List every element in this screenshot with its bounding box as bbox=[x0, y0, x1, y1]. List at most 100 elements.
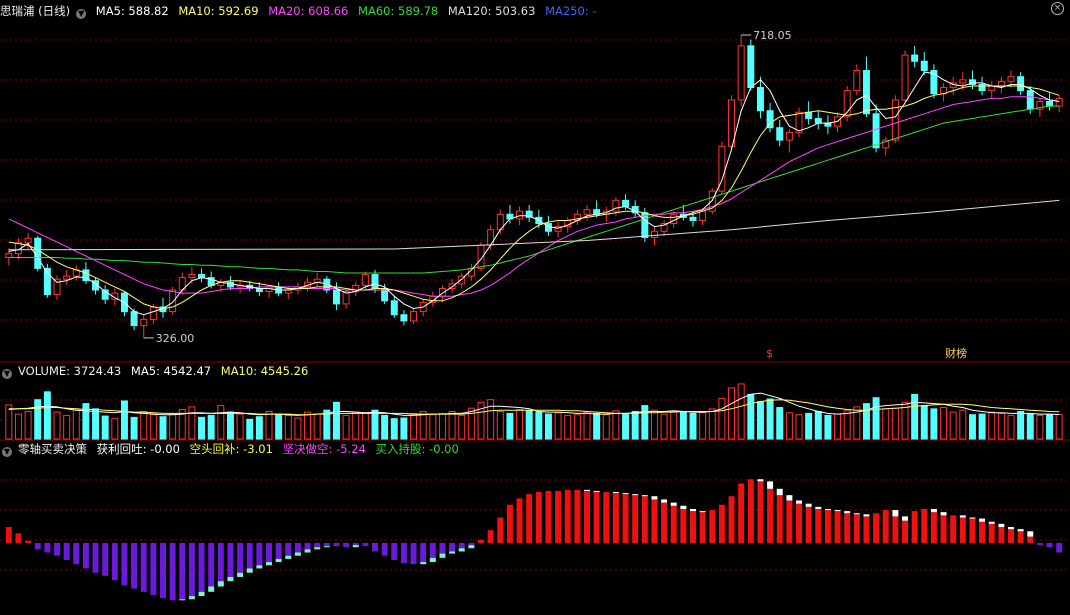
candle-body bbox=[149, 306, 157, 320]
volume-bar bbox=[496, 410, 504, 440]
candle-body bbox=[862, 70, 870, 115]
stock-title[interactable]: 思瑞浦 (日线) bbox=[0, 4, 70, 18]
volume-bar bbox=[130, 416, 138, 440]
indicator-cap bbox=[217, 581, 224, 587]
indicator-cap bbox=[256, 565, 263, 569]
volume-bar bbox=[313, 413, 321, 440]
indicator-bar bbox=[449, 542, 456, 552]
indicator-bar bbox=[323, 542, 330, 547]
candle-body bbox=[756, 87, 764, 112]
volume-bar bbox=[631, 410, 639, 440]
volume-bar bbox=[429, 414, 437, 440]
volume-bar bbox=[930, 408, 938, 440]
indicator-hold: 买入持股: -0.00 bbox=[375, 442, 459, 456]
candle-body bbox=[920, 60, 928, 72]
indicator-bar bbox=[131, 542, 138, 589]
indicator-bar bbox=[478, 539, 484, 543]
indicator-bar bbox=[718, 504, 725, 543]
volume-bar bbox=[140, 410, 148, 440]
volume-bar bbox=[255, 416, 263, 440]
candle-body bbox=[188, 274, 196, 279]
volume-bar bbox=[111, 418, 119, 440]
indicator-bar bbox=[82, 542, 89, 569]
indicator-bar bbox=[458, 542, 465, 549]
indicator-cap bbox=[641, 495, 648, 497]
indicator-bar bbox=[767, 488, 774, 543]
indicator-name: 零轴买卖决策 bbox=[18, 442, 87, 456]
indicator-bar bbox=[670, 505, 677, 543]
indicator-bar bbox=[468, 542, 475, 546]
volume-bar bbox=[862, 403, 870, 440]
indicator-bar bbox=[690, 511, 696, 543]
indicator-cap bbox=[930, 508, 937, 513]
vol-ma5-label: MA5: 4542.47 bbox=[130, 364, 212, 378]
indicator-cap bbox=[863, 514, 870, 517]
volume-bar bbox=[1055, 414, 1063, 440]
indicator-bar bbox=[979, 521, 986, 543]
indicator-bar bbox=[333, 542, 340, 547]
volume-bar bbox=[641, 405, 649, 440]
indicator-cap bbox=[690, 508, 696, 512]
indicator-bar bbox=[44, 542, 51, 553]
volume-bar bbox=[891, 407, 899, 440]
dropdown-icon[interactable]: ▼ bbox=[2, 447, 12, 457]
indicator-bar bbox=[102, 542, 109, 576]
indicator-bar bbox=[1017, 531, 1024, 543]
indicator-cap bbox=[892, 510, 899, 517]
indicator-bar bbox=[516, 498, 523, 543]
volume-bar bbox=[342, 414, 350, 440]
candle-body bbox=[891, 99, 899, 141]
indicator-bar bbox=[420, 542, 427, 563]
indicator-cap bbox=[420, 562, 427, 565]
candle-body bbox=[34, 237, 42, 269]
indicator-cap bbox=[632, 494, 639, 496]
candle-body bbox=[901, 54, 909, 101]
indicator-bar bbox=[940, 515, 947, 543]
volume-bar bbox=[1046, 414, 1054, 440]
indicator-bar bbox=[728, 496, 735, 543]
volume-bar bbox=[448, 410, 456, 440]
indicator-bar bbox=[998, 527, 1005, 543]
indicator-bar bbox=[410, 542, 417, 565]
candle-body bbox=[689, 216, 697, 221]
indicator-cap bbox=[786, 495, 793, 501]
indicator-bar bbox=[73, 542, 80, 565]
indicator-cap bbox=[188, 596, 195, 600]
candle-body bbox=[63, 275, 71, 280]
indicator-bar bbox=[266, 542, 272, 563]
volume-bar bbox=[506, 412, 514, 440]
volume-bar bbox=[689, 412, 697, 440]
ma5-label: MA5: 588.82 bbox=[95, 4, 169, 18]
candle-body bbox=[1017, 76, 1025, 92]
indicator-cap bbox=[198, 591, 205, 597]
candle-body bbox=[371, 274, 379, 289]
indicator-bar bbox=[555, 490, 562, 543]
volume-bar bbox=[516, 409, 524, 440]
indicator-short-cover: 空头回补: -3.01 bbox=[189, 442, 273, 456]
indicator-bar bbox=[314, 542, 321, 548]
indicator-bar bbox=[921, 508, 928, 543]
indicator-bar bbox=[63, 542, 70, 560]
ma60-label: MA60: 589.78 bbox=[358, 4, 439, 18]
indicator-bar bbox=[208, 542, 215, 587]
indicator-bar bbox=[641, 496, 648, 543]
indicator-bar bbox=[930, 512, 937, 543]
volume-bar bbox=[390, 418, 398, 440]
dropdown-icon[interactable]: ▼ bbox=[76, 9, 87, 19]
indicator-bar bbox=[757, 481, 764, 543]
volume-bar bbox=[554, 412, 562, 440]
indicator-bar bbox=[603, 491, 610, 543]
candle-body bbox=[1007, 76, 1015, 82]
indicator-cap bbox=[805, 503, 812, 507]
volume-bar bbox=[785, 412, 793, 440]
indicator-bar bbox=[959, 517, 966, 543]
dropdown-icon[interactable]: ▼ bbox=[2, 369, 12, 379]
indicator-cap bbox=[959, 515, 966, 518]
ma120-label: MA120: 503.63 bbox=[447, 4, 536, 18]
indicator-bar bbox=[5, 527, 12, 543]
close-icon[interactable]: × bbox=[1051, 2, 1064, 15]
finance-marker: 财榜 bbox=[945, 346, 967, 360]
candle-body bbox=[997, 80, 1005, 87]
indicator-bar bbox=[1027, 536, 1034, 543]
indicator-cap bbox=[651, 496, 658, 500]
